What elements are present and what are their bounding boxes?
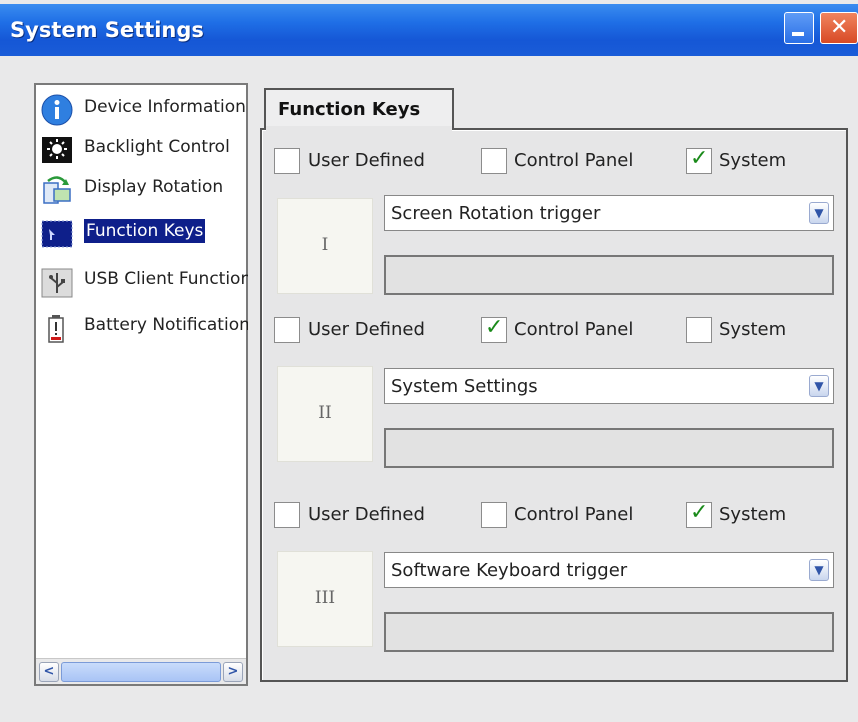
function-key-action-select-3[interactable]: Software Keyboard trigger ▼ [384,552,834,588]
checkbox-user-defined-1[interactable] [274,148,300,174]
function-key-label-box: II [277,366,373,462]
tab-function-keys[interactable]: Function Keys [264,88,454,130]
scroll-right-button[interactable]: > [223,662,243,682]
close-icon: ✕ [830,15,849,40]
checkbox-label: User Defined [308,319,425,340]
minimize-icon [792,32,804,36]
function-key-text-field-2[interactable] [384,428,834,468]
checkbox-user-defined-2[interactable] [274,317,300,343]
list-item-display-rotation[interactable]: Display Rotation [36,169,248,209]
window-title: System Settings [10,18,204,42]
function-key-label-box: I [277,198,373,294]
scrollbar-thumb[interactable] [61,662,221,682]
checkmark-icon: ✓ [690,500,709,525]
tab-label: Function Keys [278,99,421,120]
tab-connector [266,126,452,132]
function-key-number: I [321,235,329,255]
info-icon [41,94,73,126]
settings-category-list[interactable]: Device Information Backlight Control Dis… [34,83,248,686]
rotation-icon [43,176,71,204]
usb-icon [41,268,73,298]
checkmark-icon: ✓ [485,315,504,340]
checkbox-label: User Defined [308,150,425,171]
chevron-down-icon[interactable]: ▼ [809,559,829,581]
function-key-number: III [314,588,336,608]
scroll-left-button[interactable]: < [39,662,59,682]
checkmark-icon: ✓ [690,146,709,171]
battery-icon [48,315,64,343]
list-item-backlight-control[interactable]: Backlight Control [36,129,248,169]
checkbox-user-defined-3[interactable] [274,502,300,528]
select-value: Software Keyboard trigger [391,560,628,581]
list-item-function-keys[interactable]: Function Keys [36,213,248,253]
horizontal-scrollbar[interactable]: < > [36,658,246,684]
function-key-label-box: III [277,551,373,647]
chevron-right-icon: > [227,664,239,679]
list-item-battery-notification[interactable]: Battery Notification [36,307,248,347]
checkbox-label: Control Panel [514,504,634,525]
checkbox-system-1[interactable]: ✓ [686,146,712,174]
list-item-label: USB Client Function [84,269,248,289]
checkbox-label: Control Panel [514,319,634,340]
chevron-down-icon[interactable]: ▼ [809,202,829,224]
list-item-label: Battery Notification [84,315,248,335]
function-key-text-field-3[interactable] [384,612,834,652]
checkbox-label: Control Panel [514,150,634,171]
list-item-label: Backlight Control [84,137,230,157]
chevron-down-icon[interactable]: ▼ [809,375,829,397]
checkbox-label: User Defined [308,504,425,525]
checkbox-control-panel-2[interactable]: ✓ [481,315,507,343]
function-keys-icon [41,220,73,248]
checkbox-control-panel-3[interactable] [481,502,507,528]
checkbox-control-panel-1[interactable] [481,148,507,174]
checkbox-system-2[interactable] [686,317,712,343]
checkbox-system-3[interactable]: ✓ [686,500,712,528]
list-item-label: Device Information [84,97,246,117]
list-item-usb-client-function[interactable]: USB Client Function [36,261,248,301]
list-item-device-information[interactable]: Device Information [36,89,248,129]
list-item-label: Display Rotation [84,177,224,197]
checkbox-label: System [719,150,787,171]
title-bar[interactable]: System Settings ✕ [0,4,858,56]
select-value: Screen Rotation trigger [391,203,601,224]
checkbox-label: System [719,504,787,525]
function-key-action-select-2[interactable]: System Settings ▼ [384,368,834,404]
select-value: System Settings [391,376,538,397]
checkbox-label: System [719,319,787,340]
backlight-icon [42,137,72,163]
list-item-label: Function Keys [82,218,207,244]
function-key-text-field-1[interactable] [384,255,834,295]
system-settings-window: System Settings ✕ Device Information Bac… [0,0,858,722]
minimize-button[interactable] [784,12,814,44]
function-key-number: II [318,403,332,423]
chevron-left-icon: < [43,664,55,679]
function-key-action-select-1[interactable]: Screen Rotation trigger ▼ [384,195,834,231]
close-button[interactable]: ✕ [820,12,858,44]
